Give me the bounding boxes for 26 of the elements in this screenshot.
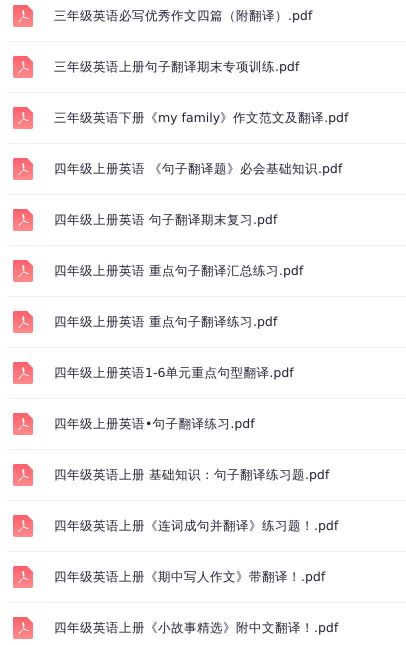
file-name[interactable]: 四年级上册英语•句子翻译练习.pdf bbox=[54, 416, 255, 432]
file-name[interactable]: 四年级英语上册 基础知识：句子翻译练习题.pdf bbox=[54, 466, 330, 484]
pdf-file-icon bbox=[13, 158, 33, 180]
pdf-file-icon bbox=[13, 107, 33, 129]
file-name[interactable]: 四年级上册英语 重点句子翻译练习.pdf bbox=[54, 314, 278, 330]
pdf-file-icon bbox=[13, 209, 33, 231]
pdf-file-icon bbox=[13, 5, 33, 27]
file-name[interactable]: 四年级上册英语 句子翻译期末复习.pdf bbox=[54, 212, 278, 228]
pdf-file-icon bbox=[13, 311, 33, 333]
file-name[interactable]: 三年级英语下册《my family》作文范文及翻译.pdf bbox=[54, 110, 348, 126]
file-name[interactable]: 四年级上册英语 重点句子翻译汇总练习.pdf bbox=[54, 262, 304, 280]
pdf-file-icon bbox=[13, 464, 33, 486]
file-name[interactable]: 四年级英语上册《小故事精选》附中文翻译！.pdf bbox=[54, 620, 338, 636]
pdf-file-icon bbox=[13, 362, 33, 384]
pdf-file-icon bbox=[13, 260, 33, 282]
file-name[interactable]: 四年级上册英语 《句子翻译题》必会基础知识.pdf bbox=[54, 160, 342, 178]
pdf-file-icon bbox=[13, 566, 33, 588]
file-name[interactable]: 三年级英语上册句子翻译期末专项训练.pdf bbox=[54, 58, 300, 76]
file-name[interactable]: 四年级上册英语1-6单元重点句型翻译.pdf bbox=[54, 364, 294, 382]
pdf-file-icon bbox=[13, 413, 33, 435]
pdf-file-icon bbox=[13, 56, 33, 78]
pdf-file-icon bbox=[13, 617, 33, 639]
file-name[interactable]: 三年级英语必写优秀作文四篇（附翻译）.pdf bbox=[54, 8, 312, 24]
file-name[interactable]: 四年级英语上册《连词成句并翻译》练习题！.pdf bbox=[54, 518, 338, 534]
file-name[interactable]: 四年级英语上册《期中写人作文》带翻译！.pdf bbox=[54, 568, 326, 586]
pdf-file-icon bbox=[13, 515, 33, 537]
